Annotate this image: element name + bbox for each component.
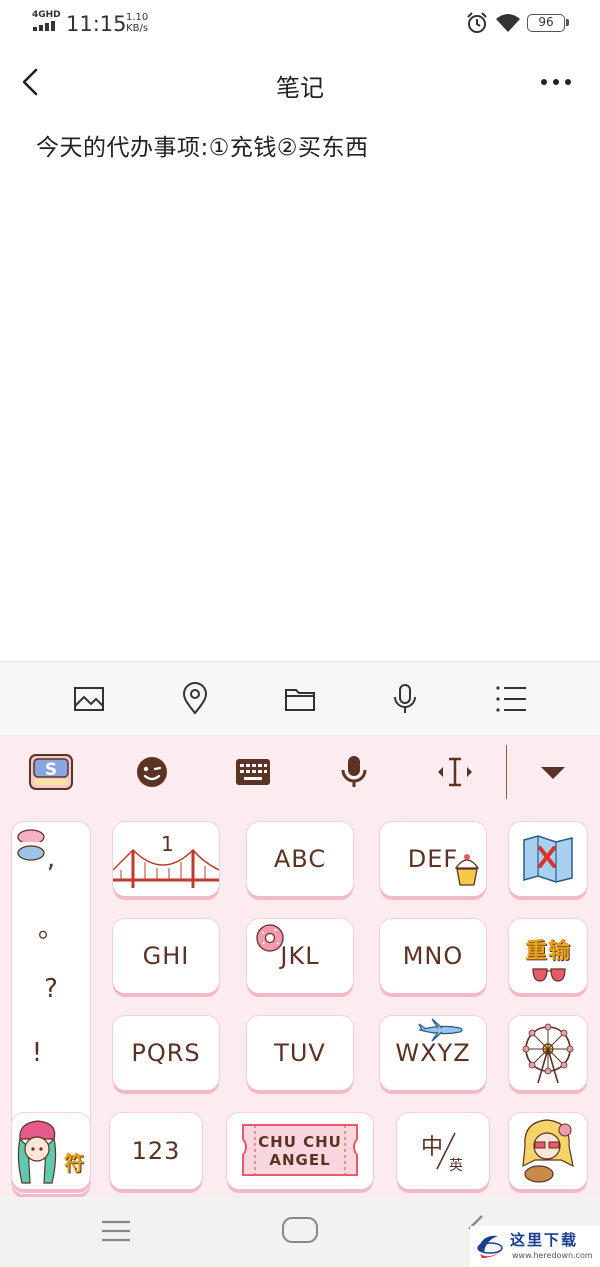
home-pill-icon[interactable] bbox=[282, 1217, 318, 1243]
key-def[interactable]: DEF bbox=[380, 822, 486, 896]
checklist-icon[interactable] bbox=[494, 682, 528, 716]
voice-icon[interactable] bbox=[329, 749, 379, 795]
key-ghi[interactable]: GHI bbox=[113, 919, 219, 993]
key-space[interactable]: CHU CHU ANGEL bbox=[227, 1113, 373, 1189]
girl-sticker-icon bbox=[17, 1120, 57, 1184]
wifi-icon bbox=[496, 14, 520, 32]
keyboard-icon[interactable] bbox=[228, 749, 278, 795]
signal-icon bbox=[33, 21, 55, 31]
speed-value: 1.10 bbox=[126, 12, 149, 23]
folder-icon[interactable] bbox=[283, 682, 317, 716]
status-bar: 4GHD 11:15 1.10 KB/s 96 bbox=[0, 0, 600, 48]
key-mno[interactable]: MNO bbox=[380, 919, 486, 993]
editor-toolbar bbox=[0, 661, 600, 735]
microphone-icon[interactable] bbox=[388, 682, 422, 716]
watermark-url: www.heredown.com bbox=[512, 1251, 593, 1260]
network-speed: 1.10 KB/s bbox=[126, 12, 148, 34]
map-sticker-icon bbox=[523, 835, 573, 883]
key-1[interactable]: 1 bbox=[113, 822, 219, 896]
key-pqrs[interactable]: PQRS bbox=[113, 1016, 219, 1090]
clock: 11:15 bbox=[66, 12, 127, 36]
watermark: 这里下载 www.heredown.com bbox=[470, 1226, 600, 1267]
ime-keyboard: S , 。 ? ! 1 ABC DEF GHI JKL MNO 重输 PQRS … bbox=[0, 735, 600, 1197]
battery-level: 96 bbox=[538, 15, 554, 29]
alarm-icon bbox=[467, 12, 487, 33]
key-retype[interactable]: 重输 bbox=[509, 919, 587, 993]
network-type: 4GHD bbox=[32, 10, 61, 20]
key-symbols[interactable]: 符 bbox=[12, 1113, 90, 1189]
speed-unit: KB/s bbox=[126, 23, 149, 34]
airplane-sticker-icon bbox=[418, 1018, 463, 1042]
sunglasses-sticker-icon bbox=[532, 968, 566, 982]
location-pin-icon[interactable] bbox=[178, 682, 212, 716]
punct-question[interactable]: ? bbox=[12, 974, 90, 1004]
divider bbox=[506, 745, 507, 799]
watermark-name: 这里下载 bbox=[510, 1231, 579, 1249]
ferris-wheel-icon bbox=[522, 1023, 574, 1084]
key-jkl[interactable]: JKL bbox=[247, 919, 353, 993]
key-language-switch[interactable]: 中 英 bbox=[397, 1113, 489, 1189]
blonde-girl-sticker-icon bbox=[522, 1119, 574, 1183]
svg-text:S: S bbox=[45, 760, 57, 780]
keyboard-top-bar: S bbox=[0, 735, 600, 809]
key-side-wheel[interactable] bbox=[509, 1016, 587, 1090]
key-wxyz[interactable]: WXYZ bbox=[380, 1016, 486, 1090]
collapse-arrow-icon[interactable] bbox=[528, 749, 578, 795]
key-123[interactable]: 123 bbox=[110, 1113, 202, 1189]
watermark-logo-icon bbox=[477, 1235, 503, 1258]
app-header: 笔记 bbox=[0, 48, 600, 118]
key-side-enter[interactable] bbox=[509, 1113, 587, 1189]
key-side-map[interactable] bbox=[509, 822, 587, 896]
note-editor[interactable]: 今天的代办事项:①充钱②买东西 bbox=[36, 128, 369, 162]
punct-period[interactable]: 。 bbox=[12, 908, 90, 945]
punct-exclaim[interactable]: ! bbox=[0, 1038, 76, 1068]
more-dots-icon[interactable] bbox=[536, 64, 576, 100]
image-icon[interactable] bbox=[72, 682, 106, 716]
donut-sticker-icon bbox=[256, 924, 284, 952]
cupcake-sticker-icon bbox=[454, 854, 480, 886]
skin-logo-icon[interactable]: S bbox=[26, 749, 76, 795]
key-tuv[interactable]: TUV bbox=[247, 1016, 353, 1090]
battery-icon: 96 bbox=[527, 14, 569, 32]
emoji-icon[interactable] bbox=[127, 749, 177, 795]
key-abc[interactable]: ABC bbox=[247, 822, 353, 896]
cursor-move-icon[interactable] bbox=[430, 749, 480, 795]
page-title: 笔记 bbox=[276, 74, 324, 102]
punct-comma[interactable]: , bbox=[12, 844, 90, 874]
menu-lines-icon[interactable] bbox=[100, 1219, 132, 1243]
